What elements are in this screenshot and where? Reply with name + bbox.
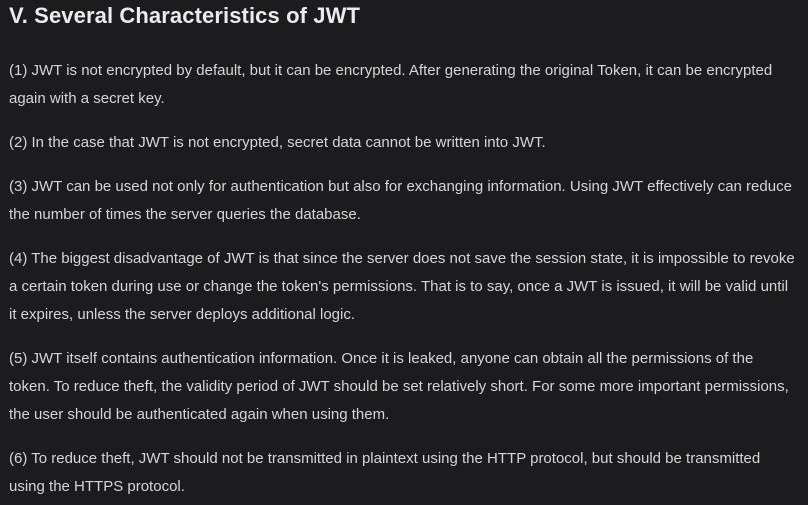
document-page: V. Several Characteristics of JWT (1) JW… (0, 0, 808, 505)
section-heading: V. Several Characteristics of JWT (9, 3, 360, 28)
paragraph-3: (3) JWT can be used not only for authent… (9, 178, 792, 223)
paragraph-4: (4) The biggest disadvantage of JWT is t… (9, 250, 795, 323)
paragraph-6: (6) To reduce theft, JWT should not be t… (9, 450, 761, 495)
paragraph-5: (5) JWT itself contains authentication i… (9, 350, 789, 423)
paragraph-2: (2) In the case that JWT is not encrypte… (9, 134, 546, 151)
paragraph-1: (1) JWT is not encrypted by default, but… (9, 62, 773, 107)
